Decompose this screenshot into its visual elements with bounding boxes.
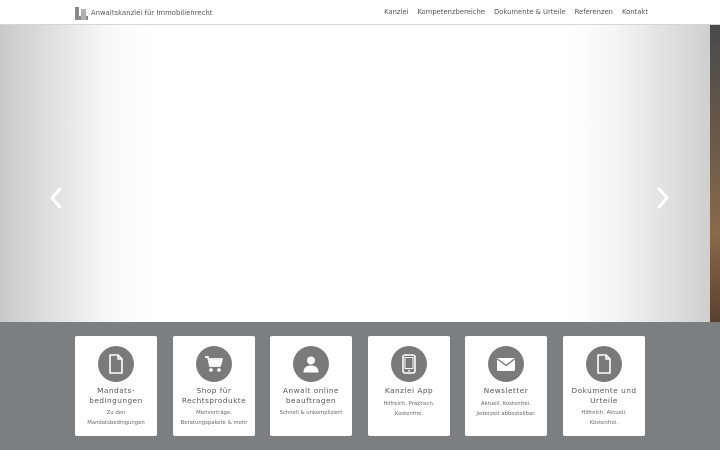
card-subtitle: Hilfreich. Aktuell. Kostenfrei. — [581, 410, 627, 426]
card-title: Anwalt online beauftragen — [282, 386, 340, 405]
nav-item-dokumente-urteile[interactable]: Dokumente & Urteile — [494, 8, 566, 16]
card-mandatsbedingungen[interactable]: Mandats- bedingungen Zu den Mandatsbedin… — [75, 336, 157, 436]
card-subtitle: Aktuell. Kostenfrei. Jederzeit abbestell… — [476, 400, 536, 417]
tablet-icon — [391, 346, 427, 382]
nav-item-referenzen[interactable]: Referenzen — [575, 8, 613, 16]
logo-icon — [75, 6, 88, 20]
card-title: Kanzlei App — [384, 386, 434, 395]
service-cards-section: Mandats- bedingungen Zu den Mandatsbedin… — [0, 322, 720, 450]
next-slide-preview — [710, 25, 720, 322]
hero-slider — [0, 25, 720, 322]
user-icon — [293, 346, 329, 382]
card-subtitle: Zu den Mandatsbedingungen — [87, 410, 145, 426]
slider-prev-button[interactable] — [48, 186, 64, 210]
card-title: Shop für Rechtsprodukte — [181, 386, 247, 405]
card-title: Newsletter — [483, 386, 529, 395]
card-subtitle: Hilfreich. Praktisch. Kostenfrei. — [383, 400, 435, 417]
card-title: Dokumente und Urteile — [571, 386, 637, 405]
document-icon — [586, 346, 622, 382]
card-shop[interactable]: Shop für Rechtsprodukte Mietverträge, Be… — [173, 336, 255, 436]
site-logo[interactable]: Anwaltskanzlei für Immobilienrecht — [75, 6, 213, 20]
document-icon — [98, 346, 134, 382]
card-subtitle: Schnell & unkompliziert — [279, 410, 343, 416]
nav-item-kontakt[interactable]: Kontakt — [622, 8, 648, 16]
logo-text: Anwaltskanzlei für Immobilienrecht — [91, 9, 213, 17]
card-dokumente-urteile[interactable]: Dokumente und Urteile Hilfreich. Aktuell… — [563, 336, 645, 436]
envelope-icon — [488, 346, 524, 382]
card-newsletter[interactable]: Newsletter Aktuell. Kostenfrei. Jederzei… — [465, 336, 547, 436]
card-subtitle: Mietverträge, Beratungspakete & mehr — [180, 410, 248, 426]
card-title: Mandats- bedingungen — [89, 386, 143, 405]
nav-item-kompetenzbereiche[interactable]: Kompetenzbereiche — [417, 8, 485, 16]
main-nav: Kanzlei Kompetenzbereiche Dokumente & Ur… — [384, 8, 648, 16]
chevron-right-icon — [657, 187, 669, 209]
card-kanzlei-app[interactable]: Kanzlei App Hilfreich. Praktisch. Kosten… — [368, 336, 450, 436]
card-anwalt-online[interactable]: Anwalt online beauftragen Schnell & unko… — [270, 336, 352, 436]
chevron-left-icon — [50, 187, 62, 209]
site-header: Anwaltskanzlei für Immobilienrecht Kanzl… — [0, 0, 720, 25]
slider-next-button[interactable] — [655, 186, 671, 210]
nav-item-kanzlei[interactable]: Kanzlei — [384, 8, 408, 16]
cart-icon — [196, 346, 232, 382]
